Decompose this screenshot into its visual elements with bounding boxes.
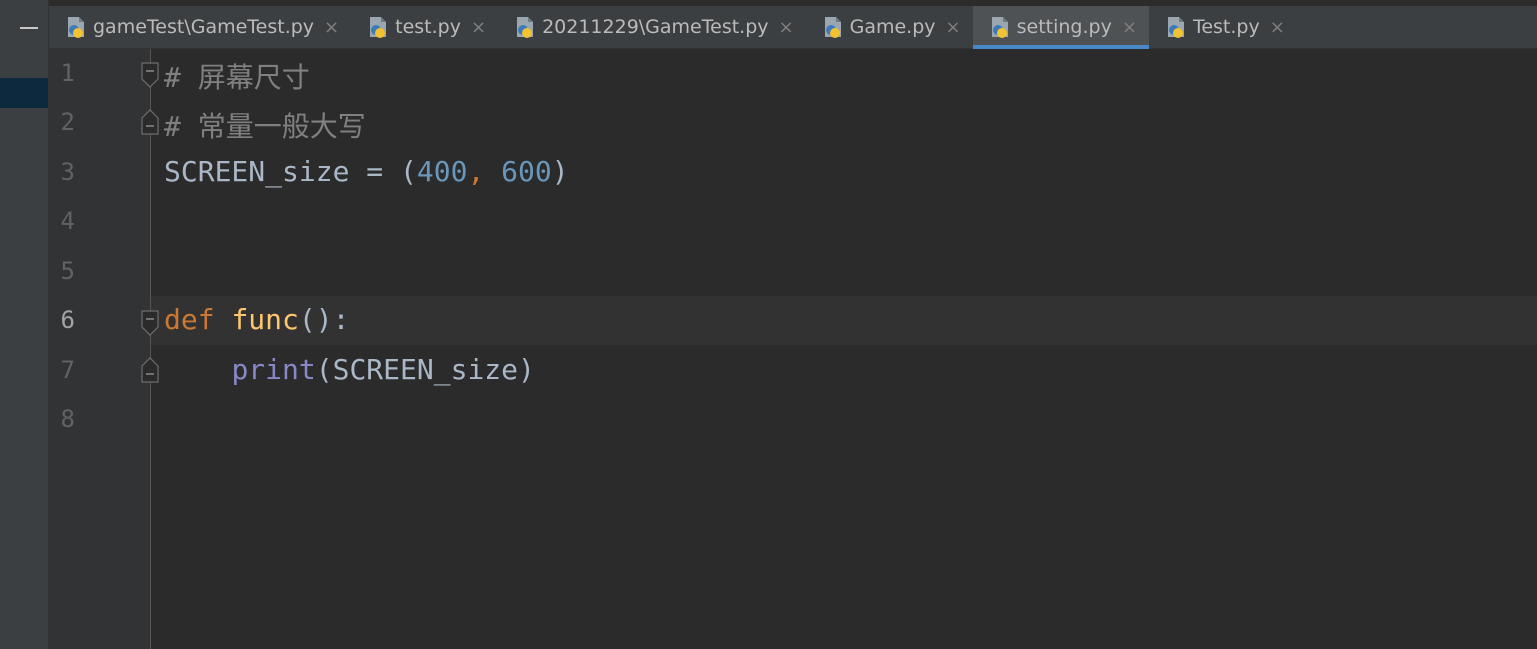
tab-game-py[interactable]: Game.py × xyxy=(806,6,973,48)
tab-label: gameTest\GameTest.py xyxy=(93,16,315,38)
tab-label: setting.py xyxy=(1016,16,1112,38)
tab-gametest-gametest-py[interactable]: gameTest\GameTest.py × xyxy=(49,6,351,48)
line-number: 8 xyxy=(60,405,75,433)
operator: = xyxy=(349,155,401,188)
fold-icon[interactable] xyxy=(141,109,159,135)
line-number: 3 xyxy=(60,158,75,186)
tab-test-py[interactable]: test.py × xyxy=(351,6,498,48)
tool-strip-selection[interactable] xyxy=(0,78,48,108)
close-icon[interactable]: × xyxy=(1122,17,1137,38)
variable: SCREEN_size xyxy=(164,155,350,188)
paren: ( xyxy=(400,155,417,188)
paren: ) xyxy=(551,155,569,188)
fold-guide xyxy=(150,49,151,649)
close-icon[interactable]: × xyxy=(324,17,339,38)
tab-label: Game.py xyxy=(849,16,936,38)
code-line-2[interactable]: # 常量一般大写 xyxy=(164,105,366,145)
current-line-highlight xyxy=(151,296,1537,345)
builtin: print xyxy=(231,353,316,386)
close-icon[interactable]: × xyxy=(779,17,794,38)
editor-tab-bar: gameTest\GameTest.py × test.py × 2021122… xyxy=(49,6,1537,49)
tab-label: 20211229\GameTest.py xyxy=(542,16,769,38)
python-file-icon xyxy=(517,17,534,38)
python-file-icon xyxy=(68,17,84,38)
code-line-6[interactable]: def func(): xyxy=(164,303,349,336)
minimize-icon[interactable] xyxy=(20,27,38,29)
arguments: (SCREEN_size) xyxy=(315,353,535,386)
line-number-gutter xyxy=(49,49,151,649)
fold-icon[interactable] xyxy=(141,357,159,383)
line-number: 6 xyxy=(60,306,75,334)
function-name: func xyxy=(231,303,299,336)
line-number: 4 xyxy=(60,207,75,235)
number: 600 xyxy=(501,155,552,188)
line-number: 2 xyxy=(60,108,75,136)
tab-label: Test.py xyxy=(1192,16,1260,38)
python-file-icon xyxy=(1167,17,1184,38)
tab-label: test.py xyxy=(395,16,461,38)
line-number: 7 xyxy=(60,356,75,384)
python-file-icon xyxy=(991,17,1008,38)
tab-20211229-gametest-py[interactable]: 20211229\GameTest.py × xyxy=(498,6,806,48)
number: 400 xyxy=(416,155,468,188)
project-tool-strip xyxy=(0,0,49,649)
comma: , xyxy=(467,155,502,188)
code-line-3[interactable]: SCREEN_size = (400, 600) xyxy=(164,155,569,188)
keyword: def xyxy=(164,303,215,336)
code-editor[interactable]: 1 2 3 4 5 6 7 8 # 屏幕尺寸 # 常量一般大写 SCREEN_s… xyxy=(49,49,1537,649)
tab-setting-py[interactable]: setting.py × xyxy=(972,6,1150,49)
line-number: 5 xyxy=(60,257,75,285)
close-icon[interactable]: × xyxy=(1270,17,1285,38)
fold-icon[interactable] xyxy=(141,310,159,336)
punctuation: (): xyxy=(298,303,350,336)
code-line-1[interactable]: # 屏幕尺寸 xyxy=(164,56,310,96)
line-number: 1 xyxy=(60,59,75,87)
python-file-icon xyxy=(824,17,841,38)
close-icon[interactable]: × xyxy=(471,17,486,38)
comment: # 屏幕尺寸 xyxy=(164,61,310,94)
python-file-icon xyxy=(370,17,387,38)
close-icon[interactable]: × xyxy=(946,17,961,38)
tab-test-capital-py[interactable]: Test.py × xyxy=(1149,6,1297,48)
fold-icon[interactable] xyxy=(141,62,159,88)
comment: # 常量一般大写 xyxy=(164,110,366,143)
code-line-7[interactable]: print(SCREEN_size) xyxy=(164,353,535,386)
